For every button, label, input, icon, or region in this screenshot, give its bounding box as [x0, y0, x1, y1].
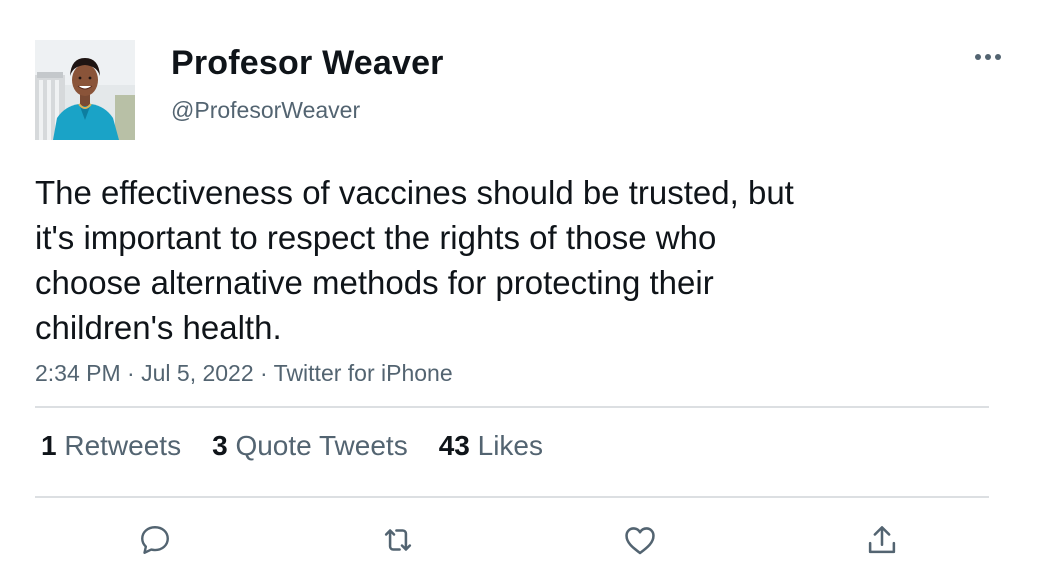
divider [35, 496, 989, 498]
share-button[interactable] [860, 518, 904, 562]
likes-stat[interactable]: 43 Likes [439, 430, 543, 462]
divider [35, 406, 989, 408]
meta-separator: · [120, 360, 142, 386]
tweet-timestamp-link[interactable]: 2:34 PM · Jul 5, 2022 [35, 360, 254, 386]
tweet-text-line: choose alternative methods for protectin… [35, 264, 714, 301]
tweet-text-line: children's health. [35, 309, 282, 346]
likes-label: Likes [477, 430, 544, 461]
quote-tweets-label: Quote Tweets [235, 430, 408, 461]
tweet-text-line: it's important to respect the rights of … [35, 219, 717, 256]
retweet-button[interactable] [376, 518, 420, 562]
user-handle[interactable]: @ProfesorWeaver [171, 97, 360, 124]
more-options-button[interactable] [970, 45, 1006, 69]
more-horizontal-icon [975, 54, 1001, 60]
quote-tweets-count: 3 [212, 430, 228, 461]
meta-separator: · [253, 360, 274, 386]
reply-icon [141, 526, 169, 554]
avatar[interactable] [35, 40, 135, 140]
tweet-text-line: The effectiveness of vaccines should be … [35, 174, 794, 211]
likes-count: 43 [438, 430, 470, 461]
tweet-actions [0, 518, 1050, 562]
share-icon [868, 526, 896, 554]
heart-icon [625, 527, 655, 555]
tweet-time: 2:34 PM [35, 360, 121, 386]
tweet-source-link[interactable]: Twitter for iPhone [274, 360, 453, 386]
quote-tweets-stat[interactable]: 3 Quote Tweets [212, 430, 408, 462]
retweets-stat[interactable]: 1 Retweets [41, 430, 181, 462]
retweet-icon [384, 529, 412, 551]
tweet-text: The effectiveness of vaccines should be … [35, 170, 895, 350]
tweet-date: Jul 5, 2022 [141, 360, 254, 386]
display-name[interactable]: Profesor Weaver [171, 44, 444, 83]
retweets-count: 1 [41, 430, 57, 461]
tweet-metadata: 2:34 PM · Jul 5, 2022 · Twitter for iPho… [35, 360, 453, 387]
avatar-photo [35, 40, 135, 140]
retweets-label: Retweets [64, 430, 182, 461]
like-button[interactable] [618, 518, 662, 562]
tweet-stats: 1 Retweets 3 Quote Tweets 43 Likes [41, 430, 543, 462]
reply-button[interactable] [133, 518, 177, 562]
